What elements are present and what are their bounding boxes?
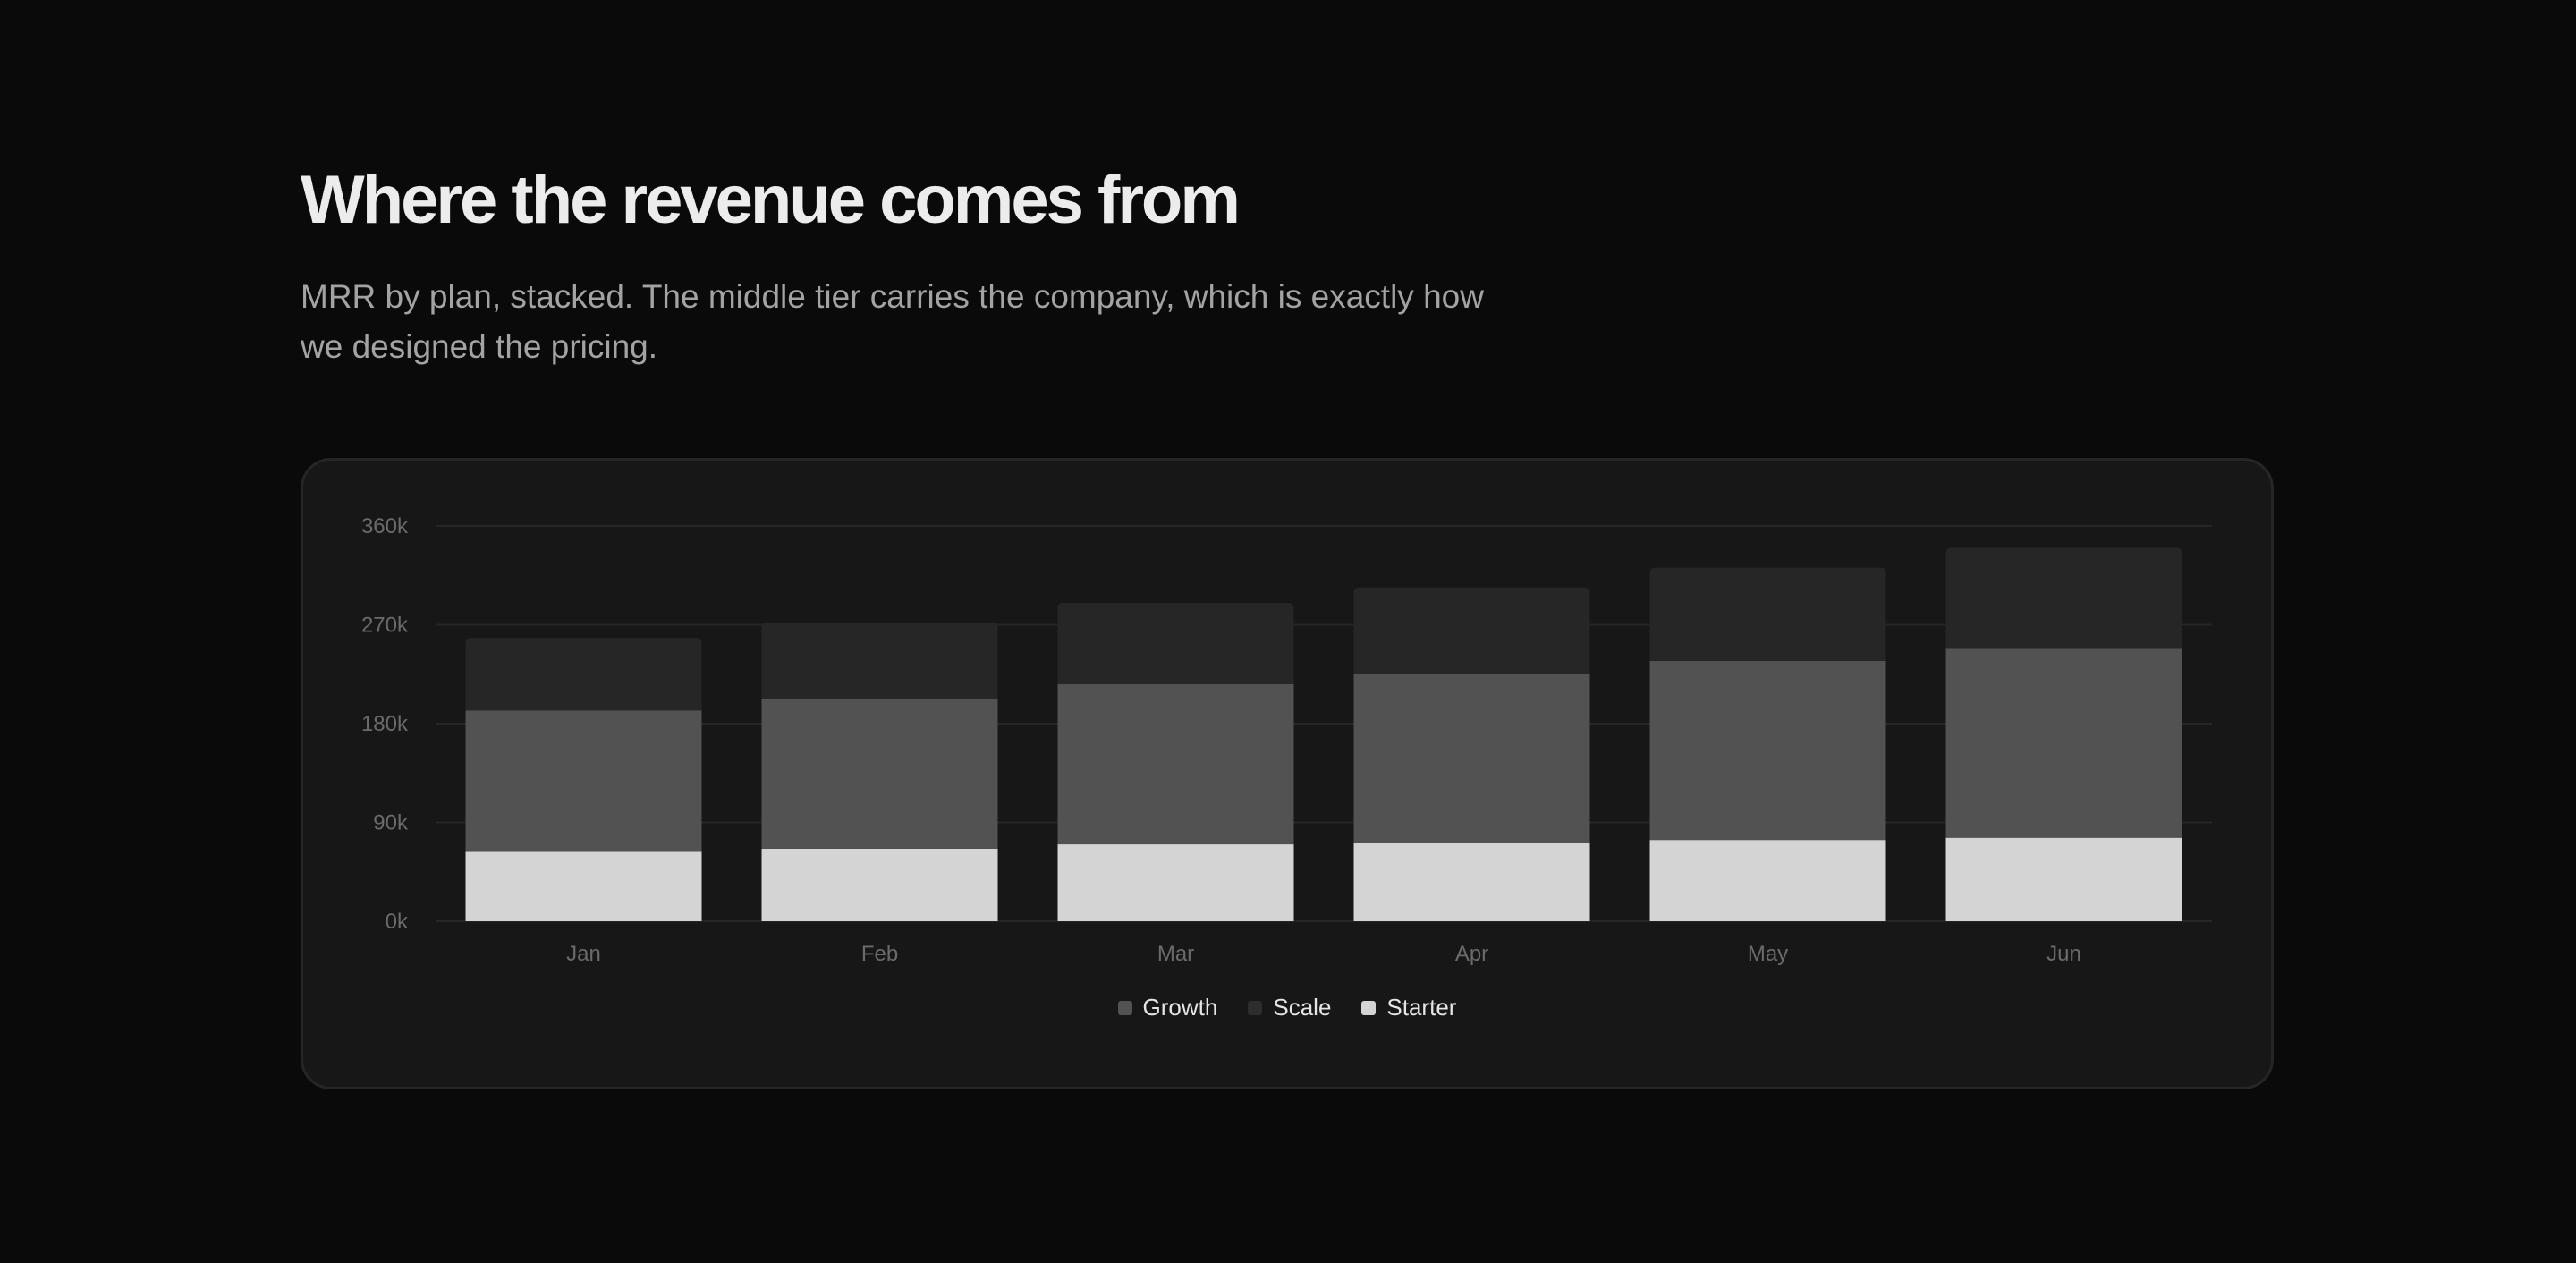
y-tick-label: 270k xyxy=(361,614,409,638)
y-tick-label: 90k xyxy=(373,811,409,835)
x-tick-label: Jan xyxy=(566,942,601,966)
legend-label: Growth xyxy=(1142,994,1218,1021)
bar-segment-growth xyxy=(1649,661,1886,841)
bar-segment-scale xyxy=(1945,547,2182,649)
chart-card: 0k 90k 180k 270k 360k Jan Feb Mar Apr May Jun Grow… xyxy=(301,458,2274,1089)
x-tick-label: Feb xyxy=(861,942,898,966)
y-tick-label: 0k xyxy=(386,910,409,934)
y-tick-label: 360k xyxy=(361,514,409,538)
y-tick-label: 180k xyxy=(361,712,409,736)
bar-segment-growth xyxy=(465,710,702,852)
legend-item-scale: Scale xyxy=(1248,994,1331,1021)
bar-segment-scale xyxy=(761,623,998,699)
page-subtitle: MRR by plan, stacked. The middle tier ca… xyxy=(301,278,1484,365)
legend-item-starter: Starter xyxy=(1361,994,1456,1021)
page-title: Where the revenue comes from xyxy=(301,162,1241,238)
bar-segment-scale xyxy=(1649,567,1886,662)
bar-segment-growth xyxy=(761,698,998,849)
legend-swatch xyxy=(1361,1000,1377,1015)
bar-segment-starter xyxy=(1353,843,1590,921)
legend-swatch xyxy=(1248,1000,1263,1015)
bar-segment-starter xyxy=(465,851,702,921)
x-tick-label: Jun xyxy=(2046,942,2081,966)
bar-segment-scale xyxy=(1353,587,1590,674)
x-tick-label: Apr xyxy=(1455,942,1488,966)
legend-label: Scale xyxy=(1273,994,1332,1021)
legend-label: Starter xyxy=(1386,994,1457,1021)
bar-segment-starter xyxy=(1057,844,1294,921)
chart-legend: Growth Scale Starter xyxy=(303,994,2271,1021)
stacked-bar-chart: 0k 90k 180k 270k 360k Jan Feb Mar Apr May Jun xyxy=(361,514,2212,966)
x-tick-label: May xyxy=(1748,942,1788,966)
bar-segment-starter xyxy=(1649,840,1886,921)
bar-segment-growth xyxy=(1945,648,2182,838)
x-tick-label: Mar xyxy=(1157,942,1194,966)
bar-segment-scale xyxy=(465,638,702,711)
bar-segment-growth xyxy=(1057,683,1294,845)
bar-segment-starter xyxy=(1945,837,2182,921)
bar-segment-starter xyxy=(761,848,998,921)
legend-item-growth: Growth xyxy=(1117,994,1218,1021)
legend-swatch xyxy=(1117,1000,1132,1015)
bar-segment-scale xyxy=(1057,602,1294,684)
bar-segment-growth xyxy=(1353,674,1590,843)
